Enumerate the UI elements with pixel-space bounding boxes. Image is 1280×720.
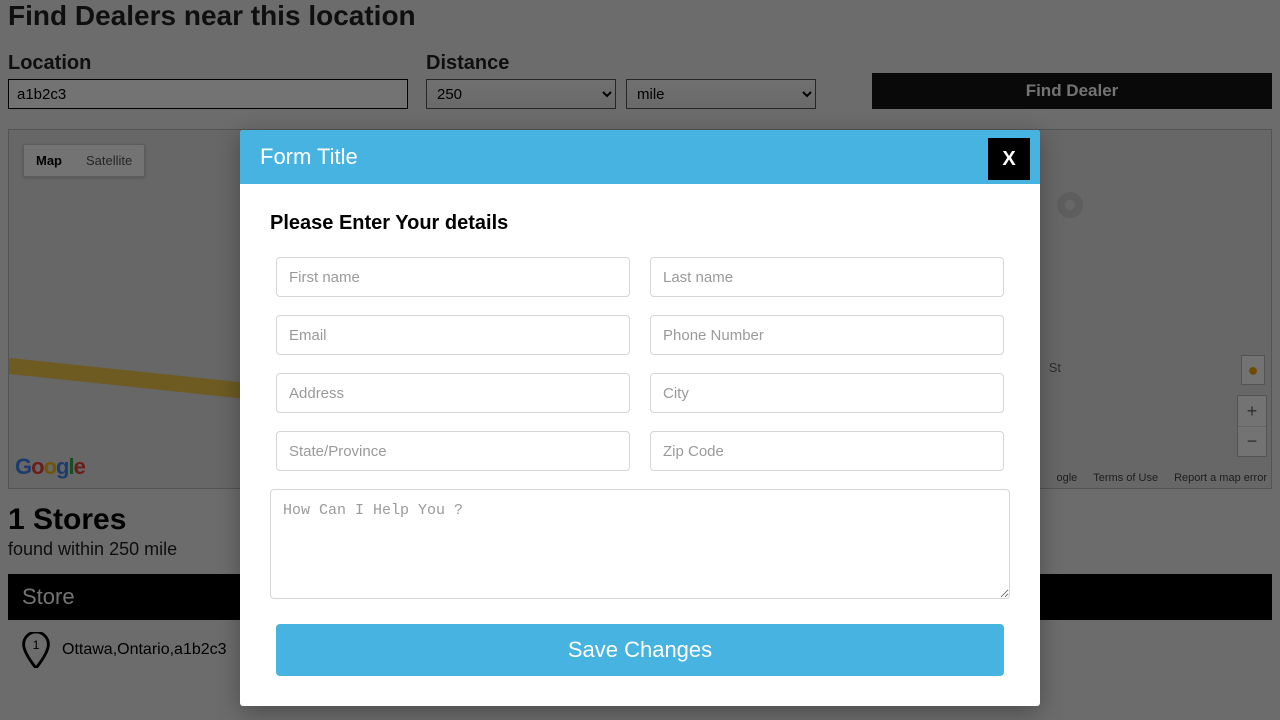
modal-title: Form Title — [240, 130, 1040, 184]
message-field[interactable] — [270, 489, 1010, 599]
details-modal: Form Title X Please Enter Your details S… — [240, 130, 1040, 706]
city-field[interactable] — [650, 373, 1004, 413]
modal-subtitle: Please Enter Your details — [270, 212, 1010, 235]
last-name-field[interactable] — [650, 257, 1004, 297]
save-button[interactable]: Save Changes — [276, 624, 1004, 676]
phone-field[interactable] — [650, 315, 1004, 355]
modal-overlay[interactable]: Form Title X Please Enter Your details S… — [0, 0, 1280, 720]
address-field[interactable] — [276, 373, 630, 413]
zip-field[interactable] — [650, 431, 1004, 471]
close-button[interactable]: X — [988, 138, 1030, 180]
modal-body: Please Enter Your details Save Changes — [240, 184, 1040, 706]
email-field[interactable] — [276, 315, 630, 355]
first-name-field[interactable] — [276, 257, 630, 297]
state-field[interactable] — [276, 431, 630, 471]
form-grid — [270, 257, 1010, 471]
